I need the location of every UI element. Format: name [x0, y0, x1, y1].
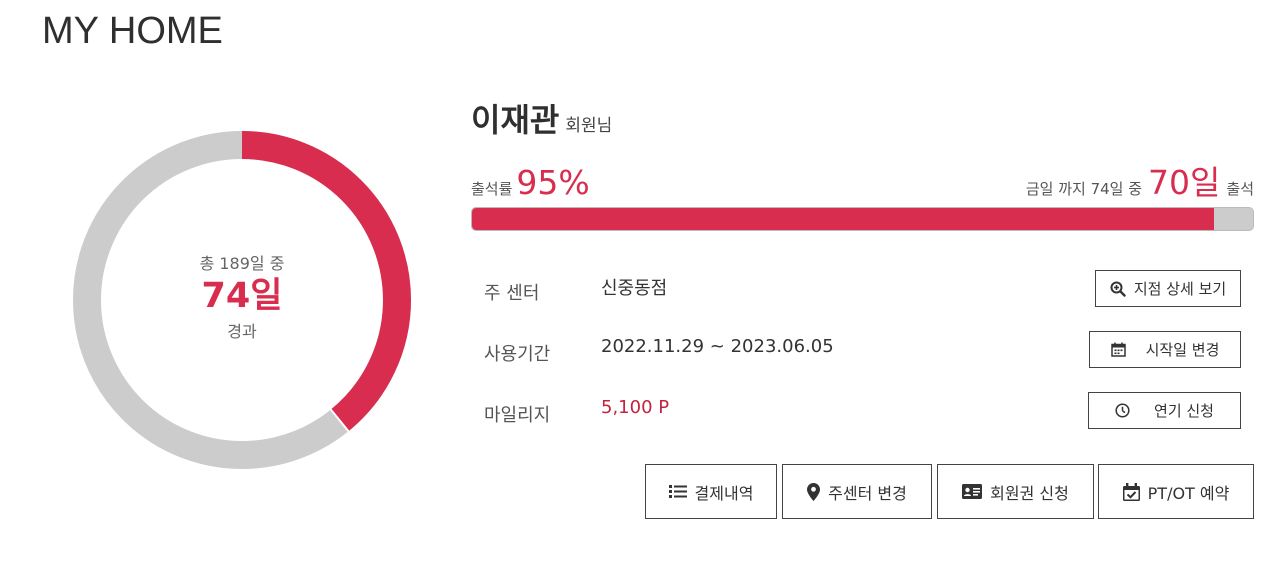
member-name: 이재관 — [471, 101, 560, 139]
center-value: 신중동점 — [601, 278, 668, 299]
page-title: MY HOME — [42, 10, 223, 52]
attendance-rate: 출석률 95% — [471, 164, 590, 202]
list-icon — [668, 484, 687, 499]
change-main-center-label: 주센터 변경 — [828, 483, 907, 503]
member-suffix: 회원님 — [565, 116, 613, 136]
attendance-summary: 출석률 95% 금일 까지 74일 중 70일 출석 — [471, 162, 1254, 202]
attendance-progress-bar — [471, 207, 1254, 231]
attendance-suffix: 출석 — [1226, 180, 1254, 198]
progress-caption: 경과 — [227, 322, 257, 341]
branch-detail-button[interactable]: 지점 상세 보기 — [1095, 270, 1241, 307]
zoom-in-icon — [1110, 281, 1126, 297]
change-start-date-button[interactable]: 시작일 변경 — [1089, 331, 1241, 368]
id-card-icon — [962, 484, 983, 499]
attendance-count: 금일 까지 74일 중 70일 출석 — [1026, 164, 1254, 202]
calendar-check-icon — [1122, 482, 1140, 501]
payment-history-label: 결제내역 — [694, 483, 754, 503]
branch-detail-label: 지점 상세 보기 — [1133, 280, 1227, 298]
pt-ot-booking-button[interactable]: PT/OT 예약 — [1098, 464, 1254, 519]
period-label: 사용기간 — [484, 344, 551, 365]
payment-history-button[interactable]: 결제내역 — [645, 464, 777, 519]
attendance-until-text: 금일 까지 74일 중 — [1025, 180, 1143, 198]
calendar-icon — [1110, 342, 1126, 357]
mileage-value: 5,100 P — [601, 397, 670, 418]
postpone-request-label: 연기 신청 — [1154, 402, 1214, 420]
period-value: 2022.11.29 ~ 2023.06.05 — [601, 336, 834, 357]
attendance-progress-fill — [472, 208, 1214, 230]
map-marker-icon — [807, 482, 821, 501]
mileage-label: 마일리지 — [484, 405, 551, 426]
progress-elapsed-days: 74일 — [201, 276, 283, 316]
change-start-date-label: 시작일 변경 — [1145, 341, 1220, 359]
membership-progress-ring: 총 189일 중 74일 경과 — [72, 130, 412, 470]
attendance-days-value: 70일 — [1148, 163, 1221, 202]
center-label: 주 센터 — [484, 283, 540, 304]
progress-total-days: 총 189일 중 — [199, 254, 285, 273]
postpone-request-button[interactable]: 연기 신청 — [1088, 392, 1241, 429]
pt-ot-booking-label: PT/OT 예약 — [1147, 483, 1230, 503]
member-greeting: 이재관 회원님 — [471, 95, 612, 141]
clock-icon — [1115, 403, 1130, 418]
membership-apply-button[interactable]: 회원권 신청 — [937, 464, 1094, 519]
membership-apply-label: 회원권 신청 — [990, 483, 1069, 503]
progress-ring-center: 총 189일 중 74일 경과 — [72, 130, 412, 470]
change-main-center-button[interactable]: 주센터 변경 — [782, 464, 932, 519]
attendance-rate-label: 출석률 — [471, 180, 513, 198]
attendance-rate-value: 95% — [516, 163, 590, 202]
